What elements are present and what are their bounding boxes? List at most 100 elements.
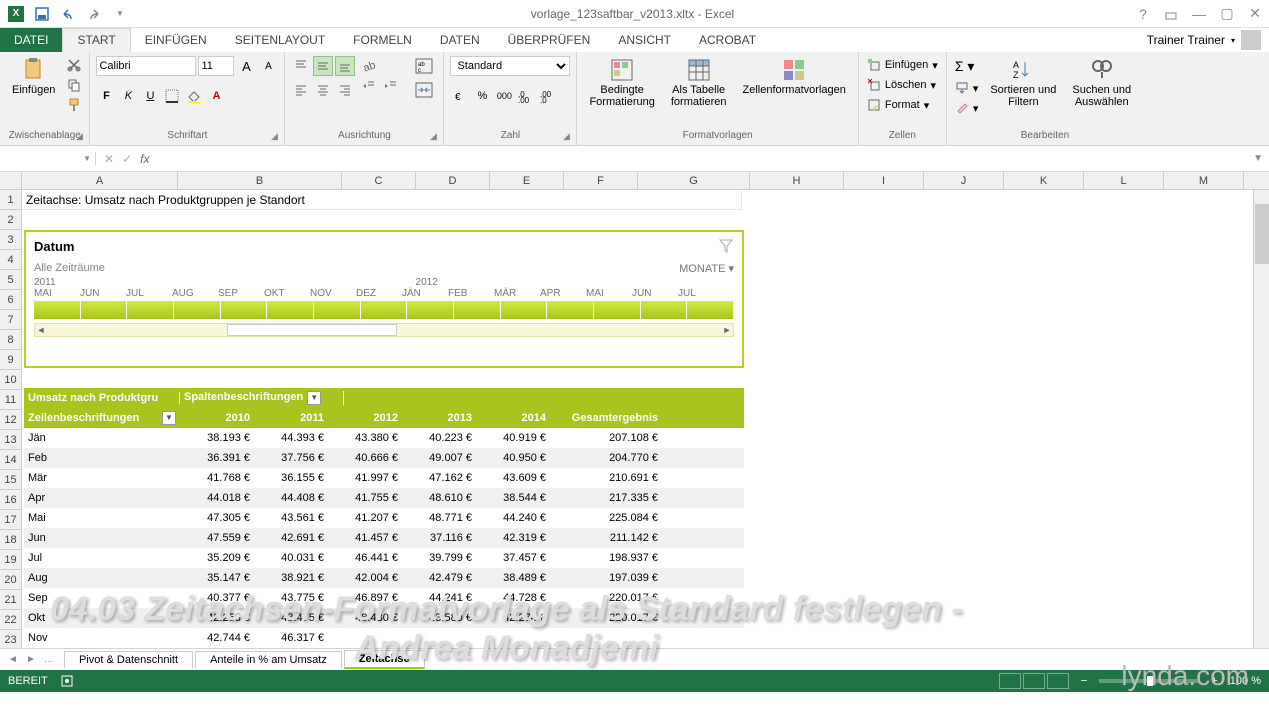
col-header[interactable]: F (564, 172, 638, 189)
fill-icon[interactable]: ▾ (953, 79, 981, 97)
timeline-level-select[interactable]: MONATE ▾ (679, 262, 734, 275)
col-header[interactable]: H (750, 172, 844, 189)
redo-icon[interactable] (82, 2, 106, 26)
pivot-row[interactable]: Sep40.377 €43.775 €46.897 €44.241 €44.72… (24, 588, 744, 608)
cancel-formula-icon[interactable]: ✕ (104, 152, 114, 166)
sheet-tab[interactable]: Pivot & Datenschnitt (64, 651, 193, 668)
col-header[interactable]: I (844, 172, 924, 189)
tab-file[interactable]: DATEI (0, 28, 62, 52)
delete-cells-button[interactable]: Löschen ▾ (865, 76, 940, 94)
name-box[interactable]: ▼ (0, 152, 96, 165)
paste-button[interactable]: Einfügen (6, 56, 61, 98)
pivot-col-label[interactable]: Spaltenbeschriftungen▼ (180, 391, 344, 405)
accounting-format-icon[interactable]: € (450, 86, 470, 106)
view-normal-icon[interactable] (999, 673, 1021, 689)
timeline-scroll-left-icon[interactable]: ◄ (35, 324, 47, 336)
cut-icon[interactable] (65, 56, 83, 74)
tab-insert[interactable]: EINFÜGEN (131, 28, 221, 52)
sheet-tab-active[interactable]: Zeitachse (344, 650, 425, 669)
pivot-row[interactable]: Jun47.559 €42.691 €41.457 €37.116 €42.31… (24, 528, 744, 548)
row-header[interactable]: 4 (0, 250, 21, 270)
decrease-indent-icon[interactable] (359, 76, 379, 96)
pivot-row[interactable]: Mai47.305 €43.561 €41.207 €48.771 €44.24… (24, 508, 744, 528)
tab-nav-next-icon[interactable]: ► (26, 654, 38, 666)
row-header[interactable]: 15 (0, 470, 21, 490)
format-as-table-button[interactable]: Als Tabelle formatieren (665, 56, 733, 110)
fill-color-icon[interactable] (184, 86, 204, 106)
merge-center-icon[interactable] (411, 80, 437, 100)
col-header[interactable]: G (638, 172, 750, 189)
expand-formula-bar-icon[interactable]: ▼ (1247, 153, 1269, 164)
view-pagelayout-icon[interactable] (1023, 673, 1045, 689)
excel-app-icon[interactable]: X (4, 2, 28, 26)
timeline-bar[interactable] (34, 301, 734, 319)
close-icon[interactable]: ✕ (1245, 4, 1265, 24)
view-pagebreak-icon[interactable] (1047, 673, 1069, 689)
pivot-row[interactable]: Aug35.147 €38.921 €42.004 €42.479 €38.48… (24, 568, 744, 588)
row-header[interactable]: 16 (0, 490, 21, 510)
increase-indent-icon[interactable] (381, 76, 401, 96)
alignment-dialog-icon[interactable]: ◢ (427, 130, 439, 142)
tab-acrobat[interactable]: ACROBAT (685, 28, 770, 52)
pivot-row[interactable]: Jän38.193 €44.393 €43.380 €40.223 €40.91… (24, 428, 744, 448)
row-header[interactable]: 8 (0, 330, 21, 350)
conditional-formatting-button[interactable]: Bedingte Formatierung (583, 56, 660, 110)
tab-start[interactable]: START (62, 28, 130, 52)
clear-filter-icon[interactable] (718, 238, 734, 254)
clear-icon[interactable]: ▾ (953, 99, 981, 117)
format-painter-icon[interactable] (65, 96, 83, 114)
align-bottom-icon[interactable] (335, 56, 355, 76)
row-header[interactable]: 5 (0, 270, 21, 290)
col-header[interactable]: L (1084, 172, 1164, 189)
pivot-row[interactable]: Mär41.768 €36.155 €41.997 €47.162 €43.60… (24, 468, 744, 488)
clipboard-dialog-icon[interactable]: ◢ (73, 130, 85, 142)
macro-record-icon[interactable] (60, 674, 74, 688)
increase-font-icon[interactable]: A (236, 56, 256, 76)
wrap-text-icon[interactable]: abc (411, 56, 437, 76)
help-icon[interactable]: ? (1133, 4, 1153, 24)
vertical-scrollbar[interactable] (1253, 190, 1269, 648)
row-header[interactable]: 11 (0, 390, 21, 410)
font-name-select[interactable] (96, 56, 196, 76)
increase-decimal-icon[interactable]: ,0,00 (516, 86, 536, 106)
row-header[interactable]: 14 (0, 450, 21, 470)
row-header[interactable]: 22 (0, 610, 21, 630)
pivot-row[interactable]: Nov42.744 €46.317 € (24, 628, 744, 648)
sheet-tab[interactable]: Anteile in % am Umsatz (195, 651, 342, 668)
tab-formulas[interactable]: FORMELN (339, 28, 426, 52)
pivot-row[interactable]: Jul35.209 €40.031 €46.441 €39.799 €37.45… (24, 548, 744, 568)
col-header[interactable]: C (342, 172, 416, 189)
align-left-icon[interactable] (291, 80, 311, 100)
pivot-row[interactable]: Okt42.258 €43.475 €48.430 €43.580 €42.27… (24, 608, 744, 628)
ribbon-options-icon[interactable] (1161, 4, 1181, 24)
row-header[interactable]: 19 (0, 550, 21, 570)
timeline-scrollbar[interactable]: ◄ ► (34, 323, 734, 337)
zoom-out-icon[interactable]: − (1081, 675, 1087, 687)
bold-button[interactable]: F (96, 86, 116, 106)
tab-nav-more-icon[interactable]: … (44, 654, 56, 666)
user-area[interactable]: Trainer Trainer ▾ (1139, 30, 1269, 50)
row-header[interactable]: 20 (0, 570, 21, 590)
align-right-icon[interactable] (335, 80, 355, 100)
row-header[interactable]: 13 (0, 430, 21, 450)
undo-icon[interactable] (56, 2, 80, 26)
col-header[interactable]: K (1004, 172, 1084, 189)
pivot-row-label[interactable]: Zeilenbeschriftungen▼ (24, 411, 180, 425)
save-icon[interactable] (30, 2, 54, 26)
font-dialog-icon[interactable]: ◢ (268, 130, 280, 142)
formula-bar[interactable] (157, 157, 1247, 161)
insert-function-icon[interactable]: fx (140, 152, 149, 166)
sort-filter-button[interactable]: AZ Sortieren und Filtern (984, 56, 1062, 110)
timeline-scroll-thumb[interactable] (227, 324, 397, 336)
insert-cells-button[interactable]: Einfügen ▾ (865, 56, 940, 74)
align-middle-icon[interactable] (313, 56, 333, 76)
orientation-icon[interactable]: ab (359, 56, 379, 76)
format-cells-button[interactable]: Format ▾ (865, 96, 940, 114)
timeline-scroll-right-icon[interactable]: ► (721, 324, 733, 336)
row-header[interactable]: 18 (0, 530, 21, 550)
tab-nav-prev-icon[interactable]: ◄ (8, 654, 20, 666)
row-header[interactable]: 9 (0, 350, 21, 370)
row-header[interactable]: 12 (0, 410, 21, 430)
col-header[interactable]: E (490, 172, 564, 189)
col-header[interactable]: B (178, 172, 342, 189)
